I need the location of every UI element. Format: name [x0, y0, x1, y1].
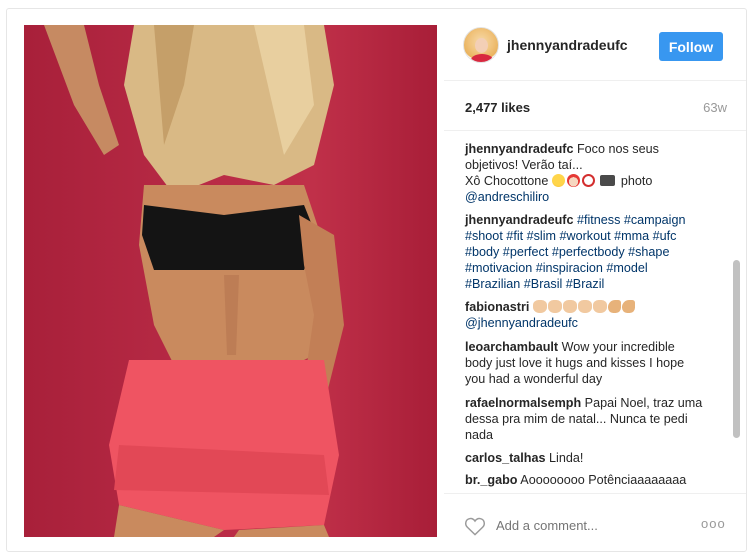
comment-username[interactable]: rafaelnormalsemph	[465, 396, 581, 410]
comment-username[interactable]: carlos_talhas	[465, 451, 546, 465]
avatar-shirt	[471, 54, 493, 62]
camera-emoji	[600, 175, 616, 186]
post-sidebar: jhennyandradeufc Follow 2,477 likes 63w …	[444, 9, 746, 551]
hashtag-links[interactable]: #fitness #campaign	[573, 213, 686, 227]
avatar[interactable]	[463, 27, 499, 63]
comment-username[interactable]: fabionastri	[465, 300, 529, 314]
comment-caption: jhennyandradeufc Foco nos seus objetivos…	[465, 141, 723, 205]
comment-text: Wow your incredible	[558, 340, 675, 354]
hashtag-links[interactable]: #motivacion #inspiracion #model	[465, 261, 648, 275]
likes-count[interactable]: 2,477 likes	[465, 100, 530, 115]
hashtag-links[interactable]: #body #perfect #perfectbody #shape	[465, 245, 669, 259]
comment-username[interactable]: leoarchambault	[465, 340, 558, 354]
comment-username[interactable]: br._gabo	[465, 473, 517, 487]
comment-text: Aoooooooo Potênciaaaaaaaa	[517, 473, 687, 487]
comment-text: photo	[617, 174, 653, 188]
more-options-icon[interactable]: ooo	[701, 516, 726, 531]
post-header: jhennyandradeufc Follow	[444, 9, 746, 81]
comment-text: Papai Noel, traz uma	[581, 396, 703, 410]
comment-text: objetivos! Verão taí...	[465, 158, 583, 172]
clap-emoji	[577, 300, 592, 313]
hashtag-links[interactable]: #Brazilian #Brasil #Brazil	[465, 277, 604, 291]
comment-text: body just love it hugs and kisses I hope	[465, 356, 685, 370]
comments-list: jhennyandradeufc Foco nos seus objetivos…	[444, 131, 744, 491]
flexed-biceps-emoji	[621, 300, 635, 313]
comment-text: nada	[465, 428, 494, 442]
comment-username[interactable]: jhennyandradeufc	[465, 213, 573, 227]
avatar-face	[475, 38, 488, 53]
clap-emoji	[592, 300, 607, 313]
comment-footer: ooo	[444, 493, 746, 551]
comment-input[interactable]	[496, 518, 666, 533]
clap-emoji	[562, 300, 577, 313]
clap-emoji	[547, 300, 562, 313]
likes-row: 2,477 likes 63w	[444, 81, 746, 131]
comment-text: Foco nos seus	[573, 142, 659, 156]
post-time[interactable]: 63w	[703, 100, 727, 115]
comment-text: dessa pra mim de natal... Nunca te pedi	[465, 412, 688, 426]
comment-text: Linda!	[545, 451, 584, 465]
tongue-emoji	[551, 174, 565, 187]
no-entry-emoji	[581, 174, 595, 187]
follow-button[interactable]: Follow	[659, 32, 723, 61]
post-card: jhennyandradeufc Follow 2,477 likes 63w …	[6, 8, 747, 552]
heart-icon[interactable]	[464, 516, 486, 536]
comments-scrollbar[interactable]	[733, 260, 740, 438]
clap-emoji	[532, 300, 547, 313]
flexed-biceps-emoji	[607, 300, 621, 313]
comment-hashtags: jhennyandradeufc #fitness #campaign #sho…	[465, 212, 723, 292]
comment-text: Xô Chocottone	[465, 174, 552, 188]
comment-item: rafaelnormalsemph Papai Noel, traz uma d…	[465, 395, 723, 443]
post-photo[interactable]	[24, 25, 437, 537]
comment-item: br._gabo Aoooooooo Potênciaaaaaaaa	[465, 472, 723, 488]
santa-emoji	[566, 174, 580, 187]
hashtag-links[interactable]: #shoot #fit #slim #workout #mma #ufc	[465, 229, 676, 243]
author-username[interactable]: jhennyandradeufc	[507, 37, 628, 53]
comment-item: leoarchambault Wow your incredible body …	[465, 339, 723, 387]
comment-text: you had a wonderful day	[465, 372, 603, 386]
comment-item: carlos_talhas Linda!	[465, 450, 723, 466]
mention-link[interactable]: @jhennyandradeufc	[465, 316, 578, 330]
comment-username[interactable]: jhennyandradeufc	[465, 142, 573, 156]
mention-link[interactable]: @andreschiliro	[465, 190, 549, 204]
comment-item: fabionastri @jhennyandradeufc	[465, 299, 723, 331]
